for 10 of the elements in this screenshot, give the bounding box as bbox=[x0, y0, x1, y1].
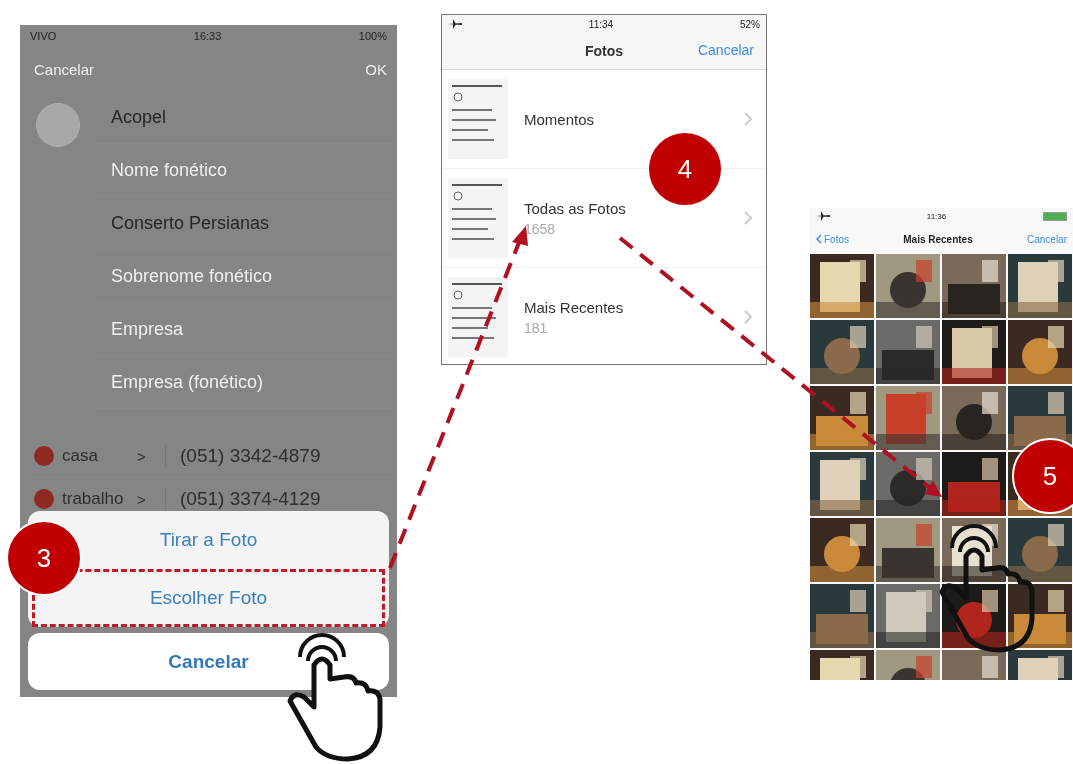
nav-title: Fotos bbox=[584, 43, 624, 59]
chevron-label: > bbox=[137, 447, 147, 465]
chevron-label: > bbox=[137, 490, 147, 508]
status-time: 11:36 bbox=[926, 211, 947, 221]
status-time: 11:34 bbox=[588, 18, 614, 30]
carrier-label: VIVO bbox=[30, 30, 57, 42]
nav-title: Mais Recentes bbox=[903, 233, 973, 245]
status-time: 16:33 bbox=[193, 30, 222, 42]
battery-label: 52% bbox=[740, 18, 760, 30]
battery-label: 100% bbox=[358, 30, 387, 42]
